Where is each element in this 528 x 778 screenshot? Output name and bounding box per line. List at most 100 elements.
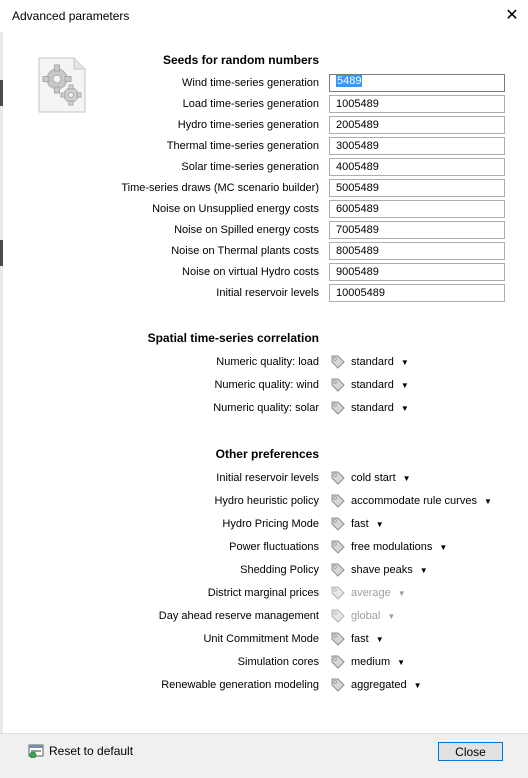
spatial-combo-wind[interactable]: standard ▼ xyxy=(331,376,409,394)
caret-down-icon: ▼ xyxy=(439,542,448,552)
seed-input-spilled-noise[interactable] xyxy=(329,221,505,239)
caret-down-icon: ▼ xyxy=(397,588,406,598)
seeds-section-title: Seeds for random numbers xyxy=(162,53,319,67)
other-label-district-prices: District marginal prices xyxy=(207,587,319,599)
caret-down-icon: ▼ xyxy=(387,611,396,621)
other-value-power-fluctuations: free modulations xyxy=(351,541,433,553)
other-value-hydro-pricing: fast xyxy=(351,518,369,530)
caret-down-icon: ▼ xyxy=(419,565,428,575)
seed-input-unsupplied-noise[interactable] xyxy=(329,200,505,218)
tag-icon xyxy=(331,517,345,531)
tag-icon xyxy=(331,678,345,692)
reset-to-default-button[interactable]: Reset to default xyxy=(28,744,133,758)
seed-label-wind: Wind time-series generation xyxy=(182,77,319,89)
other-label-initial-reservoir: Initial reservoir levels xyxy=(216,472,319,484)
other-label-renewable-modeling: Renewable generation modeling xyxy=(161,679,319,691)
tag-icon xyxy=(331,655,345,669)
spatial-combo-solar[interactable]: standard ▼ xyxy=(331,399,409,417)
other-section-title: Other preferences xyxy=(215,447,319,461)
window-title: Advanced parameters xyxy=(12,9,130,23)
caret-down-icon: ▼ xyxy=(375,519,384,529)
other-label-hydro-heuristic: Hydro heuristic policy xyxy=(214,495,319,507)
spatial-label-wind: Numeric quality: wind xyxy=(214,379,319,391)
other-label-shedding-policy: Shedding Policy xyxy=(240,564,319,576)
other-combo-shedding-policy[interactable]: shave peaks ▼ xyxy=(331,561,428,579)
close-button[interactable]: Close xyxy=(438,742,503,761)
seed-label-thermal: Thermal time-series generation xyxy=(166,140,319,152)
other-combo-hydro-heuristic[interactable]: accommodate rule curves ▼ xyxy=(331,492,492,510)
other-label-power-fluctuations: Power fluctuations xyxy=(229,541,319,553)
spatial-label-load: Numeric quality: load xyxy=(216,356,319,368)
seed-value-wind: 5489 xyxy=(336,75,363,87)
seed-label-hydro-noise: Noise on virtual Hydro costs xyxy=(182,266,319,278)
background-edge-mark xyxy=(0,80,3,106)
other-value-simulation-cores: medium xyxy=(351,656,391,668)
tag-icon xyxy=(331,632,345,646)
seed-label-load: Load time-series generation xyxy=(182,98,319,110)
spatial-value-solar: standard xyxy=(351,402,394,414)
other-label-unit-commitment: Unit Commitment Mode xyxy=(203,633,319,645)
other-value-hydro-heuristic: accommodate rule curves xyxy=(351,495,477,507)
tag-icon xyxy=(331,355,345,369)
tag-icon xyxy=(331,586,345,600)
seed-input-reservoir[interactable] xyxy=(329,284,505,302)
other-combo-unit-commitment[interactable]: fast ▼ xyxy=(331,630,384,648)
other-value-district-prices: average xyxy=(351,587,391,599)
other-combo-renewable-modeling[interactable]: aggregated ▼ xyxy=(331,676,422,694)
caret-down-icon: ▼ xyxy=(375,634,384,644)
spatial-combo-load[interactable]: standard ▼ xyxy=(331,353,409,371)
seed-label-ts-draws: Time-series draws (MC scenario builder) xyxy=(121,182,319,194)
other-combo-district-prices[interactable]: average ▼ xyxy=(331,584,406,602)
caret-down-icon: ▼ xyxy=(400,403,409,413)
tag-icon xyxy=(331,401,345,415)
background-window-edge xyxy=(0,32,3,777)
tag-icon xyxy=(331,540,345,554)
seed-input-solar[interactable] xyxy=(329,158,505,176)
caret-down-icon: ▼ xyxy=(397,657,406,667)
spatial-section-title: Spatial time-series correlation xyxy=(147,331,319,345)
other-label-simulation-cores: Simulation cores xyxy=(237,656,319,668)
caret-down-icon: ▼ xyxy=(402,473,411,483)
caret-down-icon: ▼ xyxy=(400,357,409,367)
gears-document-icon xyxy=(38,57,86,113)
seed-input-thermal-noise[interactable] xyxy=(329,242,505,260)
reset-icon xyxy=(28,744,44,758)
other-value-initial-reservoir: cold start xyxy=(351,472,396,484)
other-combo-day-ahead-reserve[interactable]: global ▼ xyxy=(331,607,395,625)
other-value-unit-commitment: fast xyxy=(351,633,369,645)
seed-input-ts-draws[interactable] xyxy=(329,179,505,197)
other-combo-simulation-cores[interactable]: medium ▼ xyxy=(331,653,405,671)
seed-label-thermal-noise: Noise on Thermal plants costs xyxy=(171,245,319,257)
other-combo-initial-reservoir[interactable]: cold start ▼ xyxy=(331,469,411,487)
other-label-hydro-pricing: Hydro Pricing Mode xyxy=(222,518,319,530)
seed-input-hydro-noise[interactable] xyxy=(329,263,505,281)
reset-to-default-label: Reset to default xyxy=(49,744,134,758)
caret-down-icon: ▼ xyxy=(413,680,422,690)
seed-label-reservoir: Initial reservoir levels xyxy=(216,287,319,299)
other-combo-power-fluctuations[interactable]: free modulations ▼ xyxy=(331,538,447,556)
seed-input-hydro[interactable] xyxy=(329,116,505,134)
tag-icon xyxy=(331,471,345,485)
tag-icon xyxy=(331,563,345,577)
title-bar: Advanced parameters ✕ xyxy=(0,0,528,32)
caret-down-icon: ▼ xyxy=(400,380,409,390)
background-edge-mark xyxy=(0,240,3,266)
other-value-shedding-policy: shave peaks xyxy=(351,564,413,576)
caret-down-icon: ▼ xyxy=(483,496,492,506)
seed-label-solar: Solar time-series generation xyxy=(181,161,319,173)
seed-input-thermal[interactable] xyxy=(329,137,505,155)
spatial-label-solar: Numeric quality: solar xyxy=(213,402,319,414)
other-combo-hydro-pricing[interactable]: fast ▼ xyxy=(331,515,384,533)
seed-input-wind[interactable]: 5489 xyxy=(329,74,505,92)
window-close-icon[interactable]: ✕ xyxy=(502,6,522,26)
spatial-value-load: standard xyxy=(351,356,394,368)
seed-input-load[interactable] xyxy=(329,95,505,113)
spatial-value-wind: standard xyxy=(351,379,394,391)
seed-label-unsupplied-noise: Noise on Unsupplied energy costs xyxy=(152,203,319,215)
seed-label-hydro: Hydro time-series generation xyxy=(177,119,319,131)
tag-icon xyxy=(331,378,345,392)
tag-icon xyxy=(331,494,345,508)
tag-icon xyxy=(331,609,345,623)
other-label-day-ahead-reserve: Day ahead reserve management xyxy=(158,610,319,622)
other-value-day-ahead-reserve: global xyxy=(351,610,381,622)
